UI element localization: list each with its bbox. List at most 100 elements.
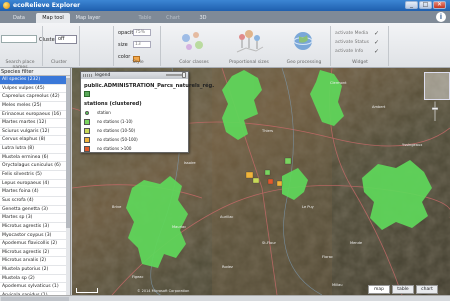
svg-text:Brive: Brive <box>112 205 122 209</box>
app-logo-icon <box>3 2 10 9</box>
legend-drag-icon[interactable] <box>83 74 92 77</box>
close-button[interactable]: ✕ <box>433 1 446 9</box>
legend-item-label: station <box>97 110 111 115</box>
legend-header[interactable]: legend <box>81 72 188 79</box>
species-list-item[interactable]: Martes foina (4) <box>0 188 70 197</box>
species-list-item[interactable]: Lepus europaeus (4) <box>0 180 70 189</box>
svg-text:Florac: Florac <box>322 255 333 259</box>
legend-item-label: no stations >100 <box>97 146 132 151</box>
cluster-select[interactable]: off <box>55 35 77 44</box>
ribbon-toolbar: Search place names Cluster off Cluster o… <box>0 23 450 70</box>
legend-swatch <box>84 146 90 152</box>
species-list-item[interactable]: Genetta genetta (3) <box>0 206 70 215</box>
widget-group-label: Widget <box>352 60 368 65</box>
svg-text:Aurillac: Aurillac <box>220 215 233 219</box>
horizontal-scrollbar[interactable] <box>1 297 69 301</box>
legend-title: legend <box>95 73 111 78</box>
species-list-item[interactable]: Capreolus capreolus (42) <box>0 93 70 102</box>
svg-text:Yssingeaux: Yssingeaux <box>402 143 423 147</box>
svg-text:Issoire: Issoire <box>184 161 196 165</box>
species-list-item[interactable]: Vulpes vulpes (45) <box>0 85 70 94</box>
map-footer: © 2014 Microsoft Corporation map table c… <box>72 285 450 295</box>
view-map-button[interactable]: map <box>368 285 390 294</box>
species-list-item[interactable]: Martes sp (3) <box>0 214 70 223</box>
style-group-label: Style <box>132 60 144 65</box>
legend-item-label: no stations (1-10) <box>97 119 133 124</box>
legend-opacity-knob[interactable] <box>182 72 186 78</box>
species-list: All species (232) Vulpes vulpes (45) Capre… <box>0 76 70 301</box>
info-icon[interactable]: i <box>436 12 446 22</box>
svg-text:Mende: Mende <box>350 241 363 245</box>
color-classes-label: Color classes <box>179 60 209 65</box>
species-list-item[interactable]: Microtus agrestis (3) <box>0 223 70 232</box>
search-place-input[interactable] <box>1 35 37 43</box>
svg-text:Figeac: Figeac <box>132 275 143 279</box>
species-list-item[interactable]: Cervus elaphus (8) <box>0 136 70 146</box>
divider <box>388 26 389 66</box>
scale-bar <box>76 288 98 293</box>
activate-info-label: activate Info <box>335 49 364 54</box>
divider <box>42 26 43 66</box>
tab-bar: Data Map tool Map layer Table Chart 3D i <box>0 11 450 23</box>
size-stepper[interactable]: 13 <box>133 41 151 48</box>
tab-chart[interactable]: Chart <box>156 13 190 23</box>
layer-subtitle: stations (clustered) <box>84 101 142 107</box>
tab-data[interactable]: Data <box>2 13 36 23</box>
species-list-item[interactable]: Mustela sp (2) <box>0 275 70 284</box>
tab-map-tool[interactable]: Map tool <box>36 13 70 23</box>
species-list-item[interactable]: Martes martes (12) <box>0 119 70 128</box>
color-classes-icon[interactable] <box>176 26 210 60</box>
proportional-sizes-icon[interactable] <box>232 26 266 60</box>
geo-processing-icon[interactable] <box>286 26 320 60</box>
species-list-item[interactable]: Sus scrofa (4) <box>0 197 70 206</box>
divider <box>113 26 114 66</box>
map-attribution: © 2014 Microsoft Corporation <box>137 289 190 293</box>
divider <box>79 26 80 66</box>
legend-swatch <box>85 111 89 115</box>
legend-panel[interactable]: legend public.ADMINISTRATION_Parcs_natur… <box>80 71 214 153</box>
svg-text:Rodez: Rodez <box>222 265 233 269</box>
scrollbar-thumb[interactable] <box>66 78 70 228</box>
species-list-item[interactable]: Myocastor coypus (3) <box>0 232 70 241</box>
species-list-scrollbar[interactable] <box>66 76 70 295</box>
maximize-button[interactable]: □ <box>419 1 432 9</box>
species-list-item[interactable]: Lutra lutra (8) <box>0 145 70 154</box>
species-list-item[interactable]: Microtus agrestis (2) <box>0 249 70 258</box>
activate-info-checkbox[interactable]: ✓ <box>374 49 380 55</box>
window-title: ecoRelieve Explorer <box>13 2 81 9</box>
species-filter-header: Species filter <box>0 68 70 76</box>
cluster-group-label: Cluster <box>51 60 67 65</box>
species-list-item[interactable]: Sciurus vulgaris (12) <box>0 128 70 137</box>
species-list-item[interactable]: Apodemus sylvaticus (1) <box>0 283 70 293</box>
minimize-button[interactable]: _ <box>405 1 418 9</box>
layer-swatch <box>84 91 90 97</box>
view-chart-button[interactable]: chart <box>416 285 438 294</box>
divider <box>160 26 161 66</box>
svg-text:St-Flour: St-Flour <box>262 241 277 245</box>
opacity-stepper[interactable]: 75% <box>133 29 151 36</box>
species-list-item[interactable]: Oryctolagus cuniculus (6) <box>0 162 70 172</box>
species-list-item[interactable]: Erinaceus europaeus (16) <box>0 111 70 120</box>
species-list-item[interactable]: All species (232) <box>0 76 70 85</box>
legend-swatch <box>84 137 90 143</box>
species-list-item[interactable]: Apodemus flavicollis (2) <box>0 240 70 249</box>
overview-map[interactable] <box>424 72 450 100</box>
species-list-item[interactable]: Microtus arvalis (2) <box>0 257 70 267</box>
tab-3d[interactable]: 3D <box>186 13 220 23</box>
species-list-item[interactable]: Mustela putorius (2) <box>0 266 70 275</box>
species-list-item[interactable]: Mustela erminea (6) <box>0 154 70 163</box>
window-titlebar: ecoRelieve Explorer _ □ ✕ <box>0 0 450 11</box>
activate-media-checkbox[interactable]: ✓ <box>374 31 380 37</box>
tab-map-layer[interactable]: Map layer <box>71 13 105 23</box>
activate-status-checkbox[interactable]: ✓ <box>374 40 380 46</box>
species-filter-panel: Species filter All species (232) Vulpes v… <box>0 68 71 301</box>
divider <box>330 26 331 66</box>
species-list-item[interactable]: Felis silvestris (5) <box>0 171 70 180</box>
zoom-slider[interactable] <box>424 100 446 130</box>
legend-swatch <box>84 119 90 125</box>
legend-item-label: no stations (10-50) <box>97 128 136 133</box>
legend-swatch <box>84 128 90 134</box>
activate-media-label: activate Media <box>335 31 369 36</box>
species-list-item[interactable]: Meles meles (25) <box>0 102 70 111</box>
view-table-button[interactable]: table <box>392 285 414 294</box>
